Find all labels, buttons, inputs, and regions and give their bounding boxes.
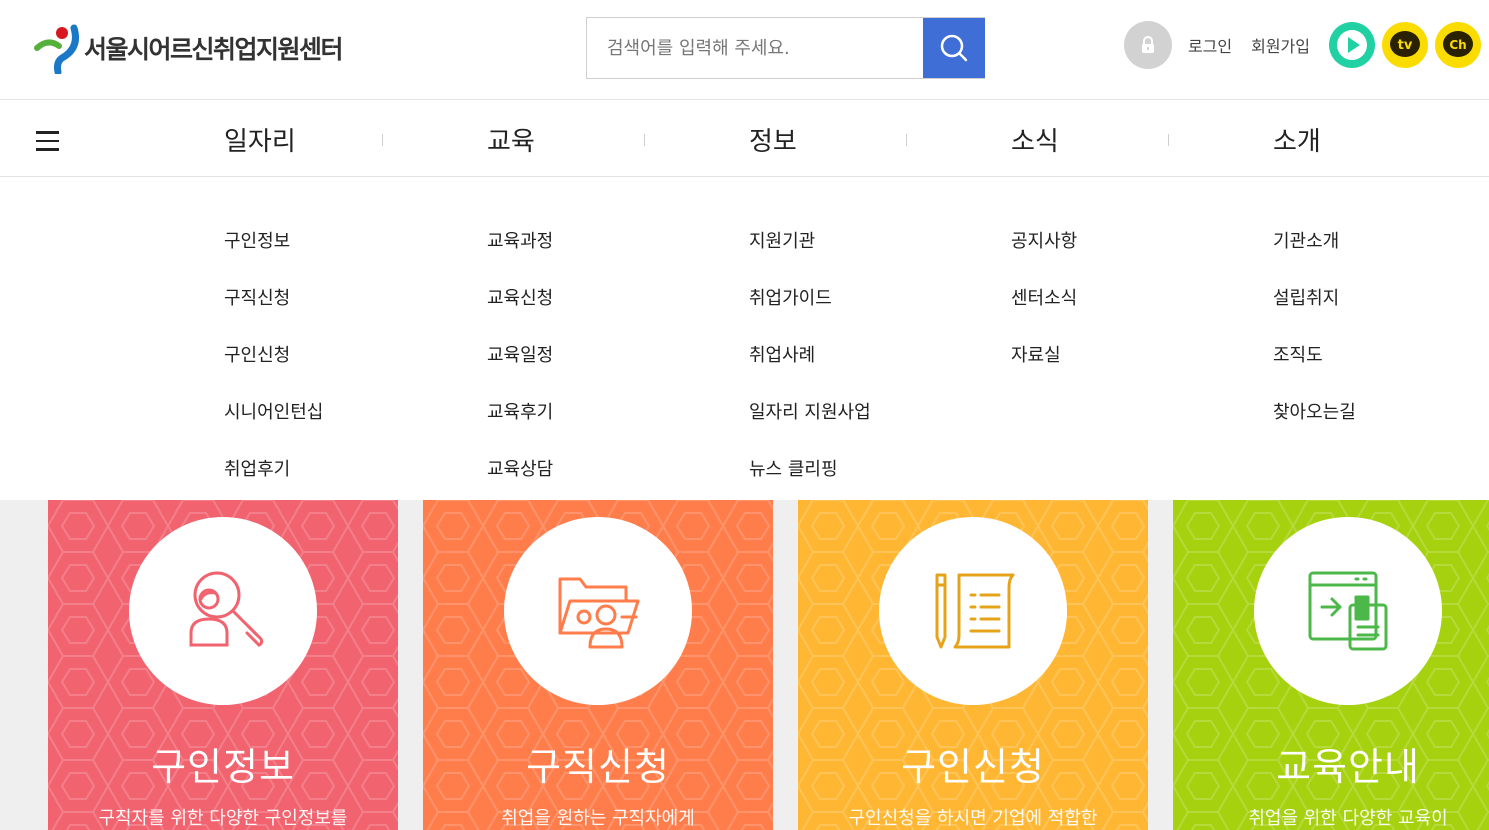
- logo-text: 서울시어르신취업지원센터: [84, 35, 344, 64]
- submenu-item[interactable]: 자료실: [1011, 344, 1077, 401]
- site-header: 서울시어르신취업지원센터 로그인 회원가입: [0, 0, 1489, 100]
- card-title: 교육안내: [1276, 745, 1420, 789]
- submenu-item[interactable]: 조직도: [1273, 344, 1356, 401]
- gnb-divider: [382, 134, 383, 146]
- submenu-item[interactable]: 기관소개: [1273, 230, 1356, 287]
- submenu-column-education: 교육과정 교육신청 교육일정 교육후기 교육상담: [487, 230, 553, 515]
- card-icon-circle: [504, 517, 692, 705]
- submenu-item[interactable]: 교육과정: [487, 230, 553, 287]
- submenu-item[interactable]: 지원기관: [749, 230, 871, 287]
- card-title: 구직신청: [526, 745, 670, 789]
- gnb-item-news[interactable]: 소식: [1011, 121, 1059, 158]
- card-education-guide[interactable]: 교육안내 취업을 위한 다양한 교육이: [1173, 500, 1489, 830]
- card-description: 구직자를 위한 다양한 구인정보를: [98, 808, 348, 829]
- seoul-logo-icon: [34, 22, 82, 76]
- main-navigation: 일자리 교육 정보 소식 소개: [0, 101, 1489, 177]
- gnb-divider: [906, 134, 907, 146]
- card-job-info[interactable]: 구인정보 구직자를 위한 다양한 구인정보를: [48, 500, 398, 830]
- submenu-item[interactable]: 공지사항: [1011, 230, 1077, 287]
- gnb-divider: [644, 134, 645, 146]
- lock-icon[interactable]: [1123, 21, 1172, 69]
- submenu-item[interactable]: 구직신청: [224, 287, 323, 344]
- svg-text:tv: tv: [1398, 38, 1413, 53]
- submenu-item[interactable]: 교육신청: [487, 287, 553, 344]
- submenu-item[interactable]: 시니어인턴십: [224, 401, 323, 458]
- folder-person-icon: [558, 577, 640, 649]
- document-pen-icon: [935, 573, 1015, 649]
- submenu-column-news: 공지사항 센터소식 자료실: [1011, 230, 1077, 401]
- submenu-panel: 구인정보 구직신청 구인신청 시니어인턴십 취업후기 교육과정 교육신청 교육일…: [0, 178, 1489, 500]
- browser-document-icon: [1308, 571, 1388, 651]
- gnb-item-about[interactable]: 소개: [1273, 121, 1321, 158]
- submenu-item[interactable]: 취업가이드: [749, 287, 871, 344]
- card-description: 취업을 위한 다양한 교육이: [1248, 808, 1448, 829]
- submenu-column-info: 지원기관 취업가이드 취업사례 일자리 지원사업 뉴스 클리핑: [749, 230, 871, 515]
- login-link[interactable]: 로그인: [1188, 33, 1232, 57]
- search-icon: [940, 34, 968, 62]
- gnb-divider: [1168, 134, 1169, 146]
- gnb-item-education[interactable]: 교육: [487, 121, 535, 158]
- submenu-item[interactable]: 구인정보: [224, 230, 323, 287]
- gnb-item-info[interactable]: 정보: [749, 121, 797, 158]
- site-logo[interactable]: 서울시어르신취업지원센터: [34, 22, 344, 76]
- card-description: 구인신청을 하시면 기업에 적합한: [848, 808, 1098, 829]
- gnb-item-jobs[interactable]: 일자리: [224, 121, 296, 158]
- search-person-icon: [189, 571, 264, 647]
- kakao-tv-icon[interactable]: tv: [1382, 22, 1428, 68]
- service-cards: 구인정보 구직자를 위한 다양한 구인정보를 구직신청 취업을 원하는 구직자에…: [0, 500, 1489, 830]
- card-title: 구인신청: [901, 745, 1045, 789]
- submenu-item[interactable]: 취업사례: [749, 344, 871, 401]
- submenu-item[interactable]: 교육후기: [487, 401, 553, 458]
- play-icon[interactable]: [1329, 22, 1375, 68]
- signup-link[interactable]: 회원가입: [1251, 33, 1310, 57]
- card-job-application[interactable]: 구직신청 취업을 원하는 구직자에게: [423, 500, 773, 830]
- submenu-item[interactable]: 구인신청: [224, 344, 323, 401]
- submenu-column-about: 기관소개 설립취지 조직도 찾아오는길: [1273, 230, 1356, 458]
- search-button[interactable]: [923, 18, 985, 78]
- card-icon-circle: [1254, 517, 1442, 705]
- submenu-item[interactable]: 일자리 지원사업: [749, 401, 871, 458]
- card-recruitment-application[interactable]: 구인신청 구인신청을 하시면 기업에 적합한: [798, 500, 1148, 830]
- search-input[interactable]: [587, 18, 923, 78]
- utility-menu: 로그인 회원가입 tv Ch: [1123, 21, 1481, 69]
- submenu-column-jobs: 구인정보 구직신청 구인신청 시니어인턴십 취업후기: [224, 230, 323, 515]
- search-bar: [586, 17, 985, 79]
- card-description: 취업을 원하는 구직자에게: [501, 808, 695, 829]
- submenu-item[interactable]: 센터소식: [1011, 287, 1077, 344]
- submenu-item[interactable]: 찾아오는길: [1273, 401, 1356, 458]
- submenu-item[interactable]: 설립취지: [1273, 287, 1356, 344]
- card-icon-circle: [879, 517, 1067, 705]
- submenu-item[interactable]: 교육일정: [487, 344, 553, 401]
- hamburger-menu-icon[interactable]: [36, 131, 59, 151]
- svg-text:Ch: Ch: [1449, 38, 1466, 52]
- card-icon-circle: [129, 517, 317, 705]
- card-title: 구인정보: [151, 745, 295, 789]
- kakao-channel-icon[interactable]: Ch: [1435, 22, 1481, 68]
